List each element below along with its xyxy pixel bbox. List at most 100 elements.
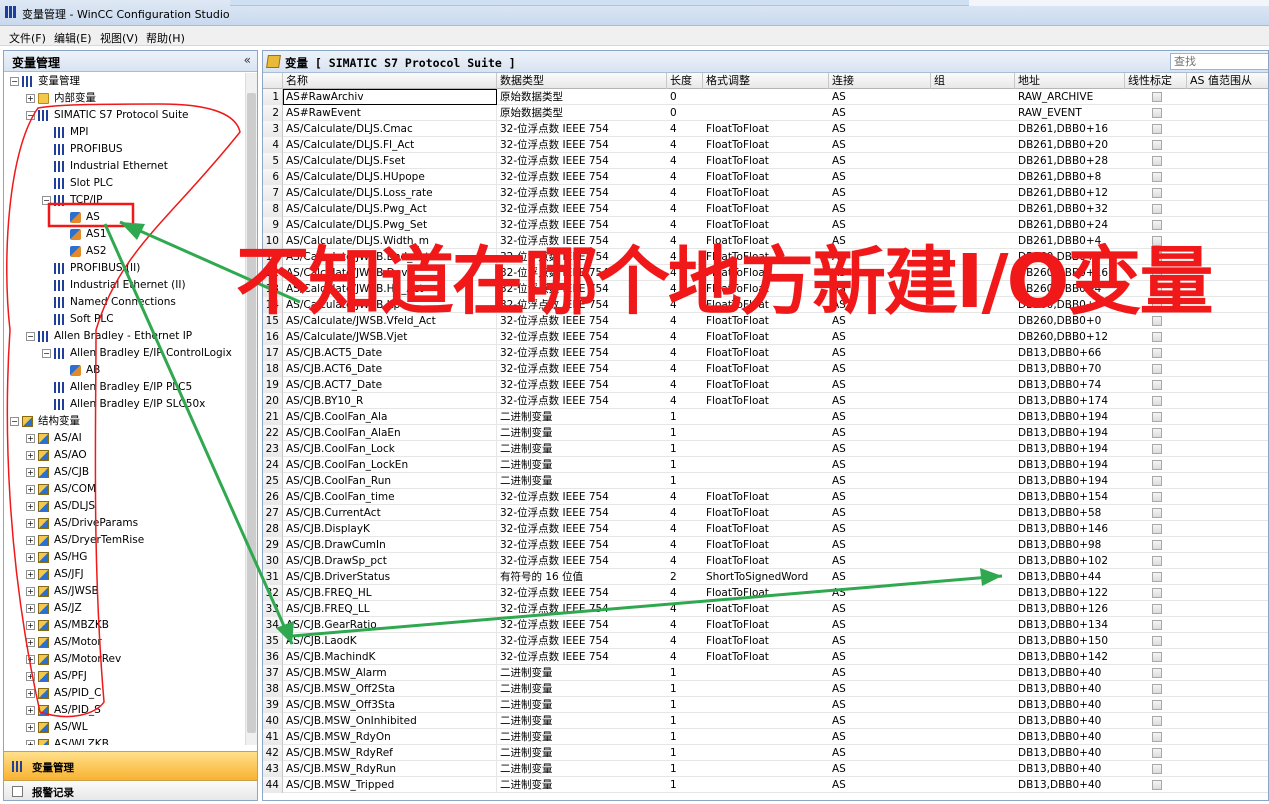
tag-name-cell[interactable]: AS/Calculate/JWSB.Kp [283,297,497,313]
format-cell[interactable]: FloatToFloat [703,217,829,233]
table-row[interactable]: 39 AS/CJB.MSW_Off3Sta 二进制变量 1 AS DB13,DBB0+40 [263,697,1268,713]
data-type-cell[interactable]: 32-位浮点数 IEEE 754 [497,233,667,249]
address-cell[interactable]: DB13,DBB0+74 [1015,377,1125,393]
format-cell[interactable]: FloatToFloat [703,377,829,393]
linear-scaling-checkbox[interactable] [1152,412,1162,422]
row-number[interactable]: 21 [263,409,283,425]
expand-icon[interactable]: + [26,485,35,494]
column-header-length[interactable]: 长度 [667,73,703,89]
tag-name-cell[interactable]: AS/CJB.DriverStatus [283,569,497,585]
table-row[interactable]: 31 AS/CJB.DriverStatus 有符号的 16 位值 2 ShortToS… [263,569,1268,585]
linear-scaling-checkbox[interactable] [1152,188,1162,198]
linear-scaling-checkbox[interactable] [1152,668,1162,678]
linear-scaling-checkbox[interactable] [1152,252,1162,262]
data-type-cell[interactable]: 32-位浮点数 IEEE 754 [497,361,667,377]
group-cell[interactable] [931,265,1015,281]
table-row[interactable]: 13 AS/Calculate/JWSB.Hb_Act 32-位浮点数 IEEE 7… [263,281,1268,297]
row-number[interactable]: 10 [263,233,283,249]
data-type-cell[interactable]: 32-位浮点数 IEEE 754 [497,489,667,505]
connection-cell[interactable]: AS [829,489,931,505]
group-cell[interactable] [931,649,1015,665]
tree-item[interactable]: + AS/AI [4,430,245,447]
data-type-cell[interactable]: 二进制变量 [497,697,667,713]
format-cell[interactable]: FloatToFloat [703,601,829,617]
format-cell[interactable] [703,713,829,729]
data-type-cell[interactable]: 二进制变量 [497,729,667,745]
tag-name-cell[interactable]: AS/CJB.MSW_RdyOn [283,729,497,745]
row-number[interactable]: 24 [263,457,283,473]
tree-item[interactable]: + AS/JWSB [4,583,245,600]
group-cell[interactable] [931,665,1015,681]
data-type-cell[interactable]: 32-位浮点数 IEEE 754 [497,617,667,633]
connection-cell[interactable]: AS [829,425,931,441]
length-cell[interactable]: 1 [667,409,703,425]
linear-scaling-checkbox[interactable] [1152,92,1162,102]
data-type-cell[interactable]: 32-位浮点数 IEEE 754 [497,377,667,393]
expand-icon[interactable]: + [26,587,35,596]
format-cell[interactable]: FloatToFloat [703,313,829,329]
address-cell[interactable]: DB13,DBB0+134 [1015,617,1125,633]
expand-icon[interactable]: + [26,468,35,477]
expand-icon[interactable]: + [26,553,35,562]
tag-name-cell[interactable]: AS/CJB.MachindK [283,649,497,665]
tree-scrollbar[interactable] [245,73,257,745]
tree-item[interactable]: + AS/DLJS [4,498,245,515]
group-cell[interactable] [931,89,1015,105]
row-number[interactable]: 7 [263,185,283,201]
tree-item[interactable]: + AS/Motor [4,634,245,651]
tag-name-cell[interactable]: AS/Calculate/DLJS.Pwg_Set [283,217,497,233]
connection-cell[interactable]: AS [829,633,931,649]
linear-scaling-checkbox[interactable] [1152,444,1162,454]
row-number[interactable]: 14 [263,297,283,313]
column-header-connection[interactable]: 连接 [829,73,931,89]
expand-icon[interactable]: + [26,502,35,511]
group-cell[interactable] [931,153,1015,169]
table-row[interactable]: 33 AS/CJB.FREQ_LL 32-位浮点数 IEEE 754 4 FloatTo… [263,601,1268,617]
tag-name-cell[interactable]: AS/CJB.GearRatio [283,617,497,633]
group-cell[interactable] [931,521,1015,537]
tree-item[interactable]: − 结构变量 [4,413,245,430]
data-type-cell[interactable]: 32-位浮点数 IEEE 754 [497,281,667,297]
table-row[interactable]: 12 AS/Calculate/JWSB.Dev 32-位浮点数 IEEE 754 4… [263,265,1268,281]
table-row[interactable]: 2 AS#RawEvent 原始数据类型 0 AS RAW_EVENT [263,105,1268,121]
format-cell[interactable]: FloatToFloat [703,585,829,601]
tree-item[interactable]: − SIMATIC S7 Protocol Suite [4,107,245,124]
tag-name-cell[interactable]: AS/CJB.DrawCumIn [283,537,497,553]
linear-scaling-checkbox[interactable] [1152,156,1162,166]
length-cell[interactable]: 0 [667,105,703,121]
linear-scaling-checkbox[interactable] [1152,380,1162,390]
connection-cell[interactable]: AS [829,761,931,777]
collapse-icon[interactable]: − [26,332,35,341]
connection-cell[interactable]: AS [829,457,931,473]
group-cell[interactable] [931,105,1015,121]
length-cell[interactable]: 4 [667,633,703,649]
address-cell[interactable]: DB260,DBB0+12 [1015,329,1125,345]
tree-item[interactable]: + AS/MotorRev [4,651,245,668]
address-cell[interactable]: DB13,DBB0+40 [1015,745,1125,761]
group-cell[interactable] [931,681,1015,697]
tag-name-cell[interactable]: AS/CJB.CoolFan_Lock [283,441,497,457]
column-header-as-range-from[interactable]: AS 值范围从 [1187,73,1268,89]
table-row[interactable]: 26 AS/CJB.CoolFan_time 32-位浮点数 IEEE 754 4 Fl… [263,489,1268,505]
format-cell[interactable]: FloatToFloat [703,489,829,505]
linear-scaling-checkbox[interactable] [1152,684,1162,694]
length-cell[interactable]: 4 [667,281,703,297]
format-cell[interactable] [703,409,829,425]
row-number[interactable]: 1 [263,89,283,105]
tag-name-cell[interactable]: AS/Calculate/DLJS.Pwg_Act [283,201,497,217]
group-cell[interactable] [931,585,1015,601]
length-cell[interactable]: 4 [667,649,703,665]
tree-item[interactable]: + AS/CJB [4,464,245,481]
data-type-cell[interactable]: 32-位浮点数 IEEE 754 [497,329,667,345]
data-type-cell[interactable]: 二进制变量 [497,441,667,457]
format-cell[interactable] [703,697,829,713]
address-cell[interactable]: DB261,DBB0+8 [1015,169,1125,185]
tag-name-cell[interactable]: AS/CJB.BY10_R [283,393,497,409]
group-cell[interactable] [931,473,1015,489]
tag-name-cell[interactable]: AS/CJB.MSW_Off2Sta [283,681,497,697]
group-cell[interactable] [931,761,1015,777]
row-number[interactable]: 2 [263,105,283,121]
tree-item[interactable]: MPI [4,124,245,141]
format-cell[interactable]: FloatToFloat [703,233,829,249]
length-cell[interactable]: 4 [667,489,703,505]
